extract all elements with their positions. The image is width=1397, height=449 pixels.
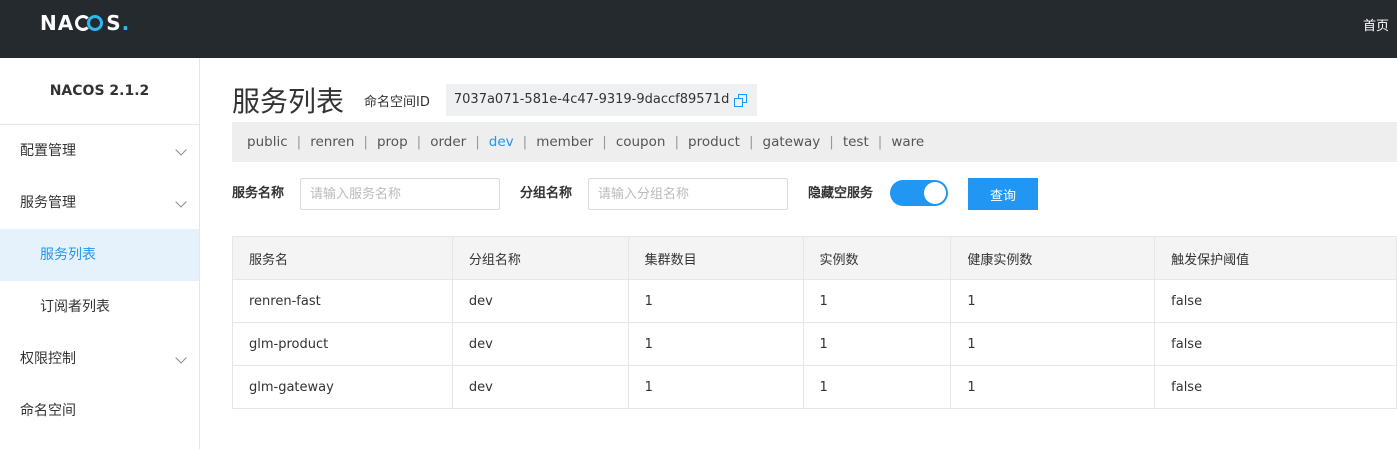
group-name-label: 分组名称	[520, 186, 573, 201]
top-header: NA S . 首页	[0, 0, 1397, 58]
cell-protect-threshold: false	[1154, 322, 1397, 366]
namespace-tab-ware[interactable]: ware	[891, 134, 924, 150]
sidebar: NACOS 2.1.2 配置管理 服务管理 服务列表 订阅者列表 权限控制 命名…	[0, 58, 200, 449]
logo-co-mark	[75, 13, 105, 33]
query-button[interactable]: 查询	[968, 178, 1038, 210]
namespace-separator: |	[296, 134, 302, 150]
chevron-down-icon	[175, 196, 187, 208]
title-row: 服务列表 命名空间ID 7037a071-581e-4c47-9319-9dac…	[232, 80, 758, 120]
page-title: 服务列表	[232, 85, 345, 118]
namespace-tab-prop[interactable]: prop	[377, 134, 408, 150]
sidebar-item-subscriber-list[interactable]: 订阅者列表	[0, 281, 199, 333]
chevron-down-icon	[175, 144, 187, 156]
namespace-separator: |	[522, 134, 528, 150]
sidebar-item-service-management[interactable]: 服务管理	[0, 177, 199, 229]
cell-group-name: dev	[451, 322, 629, 366]
column-header-service-name[interactable]: 服务名	[232, 236, 453, 280]
chevron-down-icon	[175, 352, 187, 364]
namespace-tab-member[interactable]: member	[536, 134, 593, 150]
namespace-id-value: 7037a071-581e-4c47-9319-9daccf89571d	[453, 92, 730, 107]
namespace-id-label: 命名空间ID	[364, 94, 430, 110]
sidebar-item-label: 权限控制	[20, 351, 76, 367]
column-header-protect-threshold[interactable]: 触发保护阈值	[1154, 236, 1397, 280]
sidebar-item-label: 订阅者列表	[40, 299, 110, 315]
cell-cluster-count: 1	[627, 279, 804, 323]
sidebar-item-label: 命名空间	[20, 403, 76, 419]
cell-service-name: glm-gateway	[232, 365, 453, 409]
toggle-knob	[924, 182, 946, 204]
service-table: 服务名 分组名称 集群数目 实例数 健康实例数 触发保护阈值 renren-fa…	[232, 236, 1397, 409]
cell-service-name: glm-product	[232, 322, 453, 366]
cell-group-name: dev	[451, 279, 629, 323]
namespace-separator: |	[877, 134, 883, 150]
service-name-label: 服务名称	[232, 186, 285, 201]
logo-text-end: S	[106, 11, 122, 35]
namespace-tab-order[interactable]: order	[430, 134, 466, 150]
namespace-separator: |	[829, 134, 834, 150]
sidebar-item-namespace[interactable]: 命名空间	[0, 385, 199, 437]
table-row: glm-product dev 1 1 1 false	[232, 322, 1397, 366]
table-row: renren-fast dev 1 1 1 false	[232, 279, 1397, 323]
copy-icon[interactable]	[733, 92, 749, 108]
namespace-tab-product[interactable]: product	[688, 134, 740, 150]
cell-group-name: dev	[451, 365, 629, 409]
namespace-tab-gateway[interactable]: gateway	[763, 134, 821, 150]
namespace-id-box: 7037a071-581e-4c47-9319-9daccf89571d	[445, 84, 758, 116]
namespace-tab-renren[interactable]: renren	[310, 134, 354, 150]
sidebar-item-config-management[interactable]: 配置管理	[0, 125, 199, 177]
namespace-tab-dev[interactable]: dev	[489, 134, 514, 150]
namespace-tab-test[interactable]: test	[843, 134, 869, 150]
namespace-tab-public[interactable]: public	[247, 134, 288, 150]
cell-service-name: renren-fast	[232, 279, 453, 323]
cell-protect-threshold: false	[1154, 365, 1397, 409]
namespace-tabs: public | renren | prop | order | dev | member | coup…	[232, 122, 1397, 162]
cell-cluster-count: 1	[627, 322, 804, 366]
cell-cluster-count: 1	[627, 365, 804, 409]
table-row: glm-gateway dev 1 1 1 false	[232, 365, 1397, 409]
sidebar-item-label: 配置管理	[20, 143, 76, 159]
namespace-tab-coupon[interactable]: coupon	[616, 134, 666, 150]
version-label: NACOS 2.1.2	[0, 58, 199, 125]
namespace-separator: |	[602, 134, 607, 150]
namespace-separator: |	[674, 134, 679, 150]
cell-healthy-instance-count: 1	[950, 322, 1156, 366]
filter-bar: 服务名称 分组名称 隐藏空服务 查询	[232, 178, 1397, 210]
sidebar-item-label: 服务列表	[40, 247, 96, 263]
cell-instance-count: 1	[802, 322, 952, 366]
namespace-separator: |	[416, 134, 422, 150]
logo-text-start: NA	[40, 11, 75, 35]
namespace-separator: |	[748, 134, 754, 150]
namespace-separator: |	[363, 134, 368, 150]
column-header-instance-count[interactable]: 实例数	[802, 236, 952, 280]
logo-dot: .	[121, 11, 131, 35]
cell-healthy-instance-count: 1	[950, 279, 1156, 323]
service-name-input[interactable]	[300, 178, 500, 210]
column-header-healthy-instance-count[interactable]: 健康实例数	[950, 236, 1156, 280]
nacos-logo[interactable]: NA S .	[40, 10, 130, 36]
sidebar-item-service-list[interactable]: 服务列表	[0, 229, 199, 281]
hide-empty-services-toggle[interactable]	[890, 180, 948, 206]
cell-instance-count: 1	[802, 279, 952, 323]
table-header-row: 服务名 分组名称 集群数目 实例数 健康实例数 触发保护阈值	[232, 236, 1397, 280]
hide-empty-services-label: 隐藏空服务	[808, 186, 874, 201]
cell-protect-threshold: false	[1154, 279, 1397, 323]
group-name-input[interactable]	[588, 178, 788, 210]
sidebar-item-label: 服务管理	[20, 195, 76, 211]
namespace-separator: |	[475, 134, 480, 150]
column-header-cluster-count[interactable]: 集群数目	[627, 236, 804, 280]
cell-healthy-instance-count: 1	[950, 365, 1156, 409]
cell-instance-count: 1	[802, 365, 952, 409]
column-header-group-name[interactable]: 分组名称	[451, 236, 629, 280]
sidebar-item-access-control[interactable]: 权限控制	[0, 333, 199, 385]
home-link[interactable]: 首页	[1363, 15, 1389, 34]
